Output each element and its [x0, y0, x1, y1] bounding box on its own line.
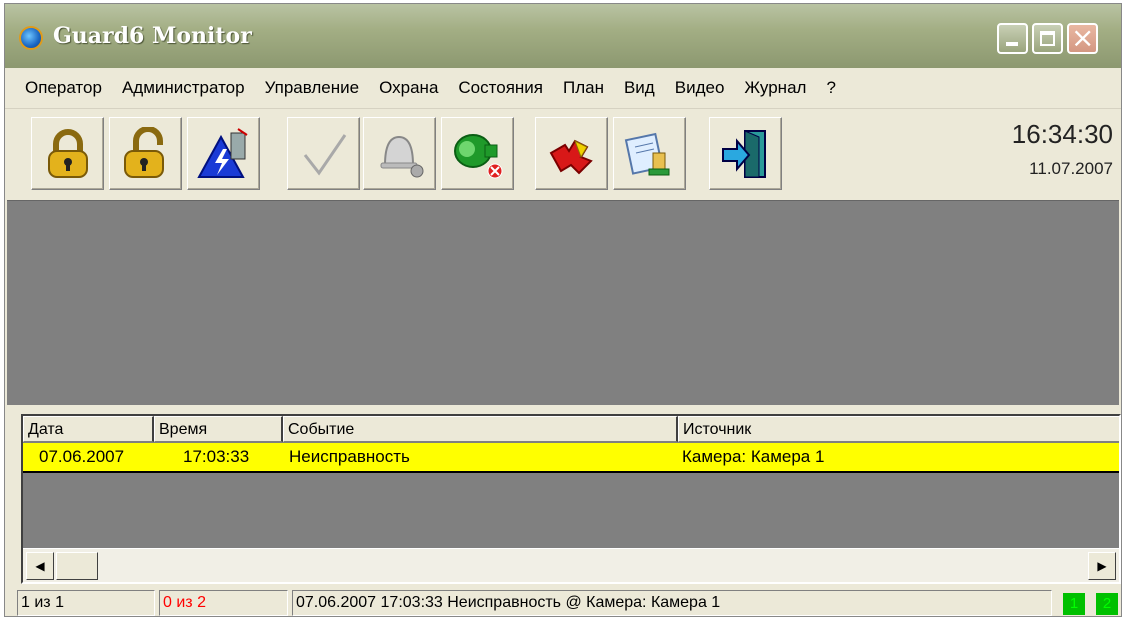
- menu-control[interactable]: Управление: [255, 78, 370, 98]
- acknowledge-button[interactable]: [287, 117, 360, 190]
- menu-operator[interactable]: Оператор: [5, 78, 112, 98]
- menu-plan[interactable]: План: [553, 78, 614, 98]
- toolbar: 16:34:30 11.07.2007: [5, 109, 1121, 199]
- maximize-button[interactable]: [1032, 23, 1063, 54]
- document-stamp-icon: [624, 132, 670, 176]
- siren-button[interactable]: [441, 117, 514, 190]
- table-row[interactable]: 07.06.2007 17:03:33 Неисправность Камера…: [23, 443, 1119, 473]
- menu-view[interactable]: Вид: [614, 78, 665, 98]
- menu-help[interactable]: ?: [816, 78, 845, 98]
- menu-security[interactable]: Охрана: [369, 78, 448, 98]
- menu-journal[interactable]: Журнал: [734, 78, 816, 98]
- exit-button[interactable]: [709, 117, 782, 190]
- bell-icon: [380, 135, 424, 178]
- status-alarm-count: 0 из 2: [159, 590, 288, 616]
- clock-date: 11.07.2007: [1029, 159, 1113, 178]
- column-source[interactable]: Источник: [678, 416, 1119, 442]
- scroll-thumb[interactable]: [56, 552, 98, 580]
- app-monitor-icon: [19, 26, 43, 50]
- plan-view-area[interactable]: [7, 200, 1119, 405]
- window-title: Guard6 Monitor: [53, 23, 252, 49]
- menu-states[interactable]: Состояния: [448, 78, 553, 98]
- locked-padlock-icon: [48, 129, 88, 178]
- cell-date: 07.06.2007: [39, 447, 125, 466]
- maximize-icon: [1040, 31, 1055, 46]
- column-event[interactable]: Событие: [283, 416, 678, 442]
- title-bar[interactable]: Guard6 Monitor ×: [5, 4, 1121, 68]
- arrow-right-icon: ▶: [1097, 559, 1107, 573]
- status-bar: 1 из 1 0 из 2 07.06.2007 17:03:33 Неиспр…: [5, 588, 1121, 616]
- status-record-count: 1 из 1: [17, 590, 155, 616]
- scroll-right-button[interactable]: ▶: [1088, 552, 1116, 580]
- close-icon: ×: [1071, 21, 1095, 54]
- event-list: Дата Время Событие Источник 07.06.2007 1…: [21, 414, 1121, 584]
- lock-button[interactable]: [31, 117, 104, 190]
- unlock-button[interactable]: [109, 117, 182, 190]
- cell-source: Камера: Камера 1: [682, 447, 825, 466]
- cell-event: Неисправность: [289, 447, 410, 466]
- power-alarm-button[interactable]: [187, 117, 260, 190]
- indicator-2: 2: [1096, 593, 1118, 615]
- puzzle-icon: [549, 139, 593, 175]
- power-alarm-icon: [197, 128, 248, 178]
- siren-icon: [454, 134, 503, 179]
- menu-video[interactable]: Видео: [665, 78, 735, 98]
- minimize-icon: [1006, 42, 1018, 46]
- horizontal-scrollbar[interactable]: ◀ ▶: [23, 548, 1119, 582]
- column-time[interactable]: Время: [154, 416, 283, 442]
- menu-administrator[interactable]: Администратор: [112, 78, 255, 98]
- app-window: Guard6 Monitor × Оператор Администратор …: [4, 3, 1122, 617]
- close-button[interactable]: ×: [1067, 23, 1098, 54]
- menu-bar: Оператор Администратор Управление Охрана…: [5, 68, 1121, 109]
- scroll-left-button[interactable]: ◀: [26, 552, 54, 580]
- indicator-1: 1: [1063, 593, 1085, 615]
- list-header: Дата Время Событие Источник: [23, 416, 1119, 442]
- documents-button[interactable]: [613, 117, 686, 190]
- clock-time: 16:34:30: [1011, 119, 1113, 149]
- status-message: 07.06.2007 17:03:33 Неисправность @ Каме…: [292, 590, 1052, 616]
- arrow-left-icon: ◀: [35, 559, 45, 573]
- puzzle-button[interactable]: [535, 117, 608, 190]
- checkmark-icon: [303, 134, 347, 176]
- splitter[interactable]: [5, 405, 1121, 411]
- unlocked-padlock-icon: [124, 127, 164, 178]
- column-date[interactable]: Дата: [23, 416, 154, 442]
- exit-door-icon: [722, 130, 766, 178]
- cell-time: 17:03:33: [183, 447, 250, 466]
- minimize-button[interactable]: [997, 23, 1028, 54]
- bell-button[interactable]: [363, 117, 436, 190]
